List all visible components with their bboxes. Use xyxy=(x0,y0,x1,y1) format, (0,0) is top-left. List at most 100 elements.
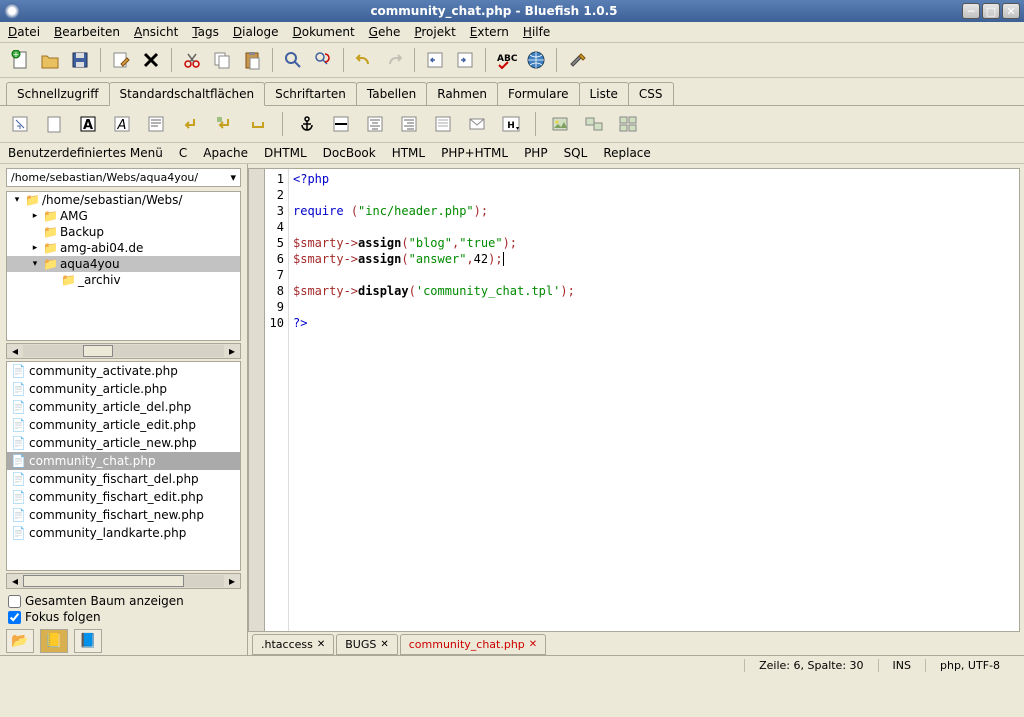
menu-tags[interactable]: Tags xyxy=(192,25,219,39)
path-dropdown-icon[interactable]: ▾ xyxy=(230,171,236,184)
file-item[interactable]: 📄community_fischart_edit.php xyxy=(7,488,240,506)
tab-close-icon[interactable]: ✕ xyxy=(380,639,388,650)
toolbar-tab-css[interactable]: CSS xyxy=(628,82,674,105)
paragraph-button[interactable] xyxy=(142,110,170,138)
custom-menu-c[interactable]: C xyxy=(179,146,187,160)
indent-button[interactable] xyxy=(451,46,479,74)
file-item[interactable]: 📄community_article.php xyxy=(7,380,240,398)
file-item[interactable]: 📄community_fischart_new.php xyxy=(7,506,240,524)
paste-button[interactable] xyxy=(238,46,266,74)
custom-menu-benutzerdefiniertes-men-[interactable]: Benutzerdefiniertes Menü xyxy=(8,146,163,160)
custom-menu-html[interactable]: HTML xyxy=(392,146,425,160)
menu-bearbeiten[interactable]: Bearbeiten xyxy=(54,25,120,39)
path-combobox[interactable]: /home/sebastian/Webs/aqua4you/ ▾ xyxy=(6,168,241,187)
find-button[interactable] xyxy=(279,46,307,74)
bold-button[interactable]: A xyxy=(74,110,102,138)
tree-item[interactable]: ▸📁amg-abi04.de xyxy=(7,240,240,256)
directory-tree[interactable]: ▾📁/home/sebastian/Webs/▸📁AMG📁Backup▸📁amg… xyxy=(6,191,241,341)
multithumb-button[interactable] xyxy=(614,110,642,138)
editor-tab[interactable]: BUGS✕ xyxy=(336,634,398,655)
thumbnail-button[interactable] xyxy=(580,110,608,138)
center-button[interactable] xyxy=(361,110,389,138)
preferences-button[interactable] xyxy=(563,46,591,74)
file-item[interactable]: 📄community_chat.php xyxy=(7,452,240,470)
toolbar-tab-schnellzugriff[interactable]: Schnellzugriff xyxy=(6,82,110,105)
custom-menu-php[interactable]: PHP xyxy=(524,146,548,160)
scroll-left-icon[interactable]: ◂ xyxy=(7,574,23,588)
menu-ansicht[interactable]: Ansicht xyxy=(134,25,178,39)
tree-item[interactable]: ▾📁/home/sebastian/Webs/ xyxy=(7,192,240,208)
quickstart-button[interactable] xyxy=(6,110,34,138)
sidebar-bookmarks-button[interactable]: 📒 xyxy=(40,629,68,653)
file-item[interactable]: 📄community_fischart_del.php xyxy=(7,470,240,488)
email-button[interactable] xyxy=(463,110,491,138)
toolbar-tab-tabellen[interactable]: Tabellen xyxy=(356,82,427,105)
copy-button[interactable] xyxy=(208,46,236,74)
menu-extern[interactable]: Extern xyxy=(470,25,509,39)
file-item[interactable]: 📄community_article_edit.php xyxy=(7,416,240,434)
menu-projekt[interactable]: Projekt xyxy=(414,25,455,39)
nbsp-button[interactable] xyxy=(244,110,272,138)
cut-button[interactable] xyxy=(178,46,206,74)
filelist-hscrollbar[interactable]: ◂ ▸ xyxy=(6,573,241,589)
sidebar-reference-button[interactable]: 📘 xyxy=(74,629,102,653)
italic-button[interactable]: A xyxy=(108,110,136,138)
menu-datei[interactable]: Datei xyxy=(8,25,40,39)
undo-button[interactable] xyxy=(350,46,378,74)
code-editor[interactable]: <?php require ("inc/header.php"); $smart… xyxy=(289,169,1019,631)
tree-item[interactable]: ▸📁AMG xyxy=(7,208,240,224)
close-file-button[interactable] xyxy=(137,46,165,74)
unindent-button[interactable] xyxy=(421,46,449,74)
redo-button[interactable] xyxy=(380,46,408,74)
custom-menu-sql[interactable]: SQL xyxy=(564,146,588,160)
tree-hscrollbar[interactable]: ◂ ▸ xyxy=(6,343,241,359)
toolbar-tab-schriftarten[interactable]: Schriftarten xyxy=(264,82,357,105)
minimize-button[interactable]: ─ xyxy=(962,3,980,19)
save-button[interactable] xyxy=(66,46,94,74)
menu-gehe[interactable]: Gehe xyxy=(369,25,401,39)
toolbar-tab-formulare[interactable]: Formulare xyxy=(497,82,580,105)
custom-menu-apache[interactable]: Apache xyxy=(203,146,248,160)
scroll-right-icon[interactable]: ▸ xyxy=(224,344,240,358)
new-file-button[interactable]: + xyxy=(6,46,34,74)
custom-menu-php-html[interactable]: PHP+HTML xyxy=(441,146,508,160)
custom-menu-replace[interactable]: Replace xyxy=(603,146,650,160)
menu-dialoge[interactable]: Dialoge xyxy=(233,25,279,39)
rightalign-button[interactable] xyxy=(395,110,423,138)
menu-hilfe[interactable]: Hilfe xyxy=(523,25,550,39)
toolbar-tab-liste[interactable]: Liste xyxy=(579,82,629,105)
maximize-button[interactable]: □ xyxy=(982,3,1000,19)
toolbar-tab-standardschaltflächen[interactable]: Standardschaltflächen xyxy=(109,82,266,106)
close-button[interactable]: ✕ xyxy=(1002,3,1020,19)
tree-item[interactable]: 📁_archiv xyxy=(7,272,240,288)
tab-close-icon[interactable]: ✕ xyxy=(317,639,325,650)
file-item[interactable]: 📄community_activate.php xyxy=(7,362,240,380)
heading-button[interactable]: H▾ xyxy=(497,110,525,138)
body-button[interactable] xyxy=(40,110,68,138)
hrule-button[interactable] xyxy=(327,110,355,138)
menu-dokument[interactable]: Dokument xyxy=(293,25,355,39)
file-item[interactable]: 📄community_article_del.php xyxy=(7,398,240,416)
custom-menu-dhtml[interactable]: DHTML xyxy=(264,146,307,160)
file-item[interactable]: 📄community_landkarte.php xyxy=(7,524,240,542)
editor-vscrollbar[interactable] xyxy=(249,169,265,631)
break-button[interactable] xyxy=(176,110,204,138)
file-item[interactable]: 📄community_article_new.php xyxy=(7,434,240,452)
spellcheck-button[interactable]: ABC xyxy=(492,46,520,74)
editor-tab[interactable]: .htaccess✕ xyxy=(252,634,334,655)
anchor-button[interactable] xyxy=(293,110,321,138)
breakclear-button[interactable] xyxy=(210,110,238,138)
custom-menu-docbook[interactable]: DocBook xyxy=(323,146,376,160)
sidebar-filebrowser-button[interactable]: 📂 xyxy=(6,629,34,653)
find-replace-button[interactable] xyxy=(309,46,337,74)
file-list[interactable]: 📄community_activate.php📄community_articl… xyxy=(6,361,241,571)
scroll-right-icon[interactable]: ▸ xyxy=(224,574,240,588)
tab-close-icon[interactable]: ✕ xyxy=(529,639,537,650)
tree-item[interactable]: 📁Backup xyxy=(7,224,240,240)
open-file-button[interactable] xyxy=(36,46,64,74)
show-full-tree-checkbox[interactable]: Gesamten Baum anzeigen xyxy=(8,593,239,609)
scroll-left-icon[interactable]: ◂ xyxy=(7,344,23,358)
edit-button[interactable] xyxy=(107,46,135,74)
comment-button[interactable] xyxy=(429,110,457,138)
browser-preview-button[interactable] xyxy=(522,46,550,74)
